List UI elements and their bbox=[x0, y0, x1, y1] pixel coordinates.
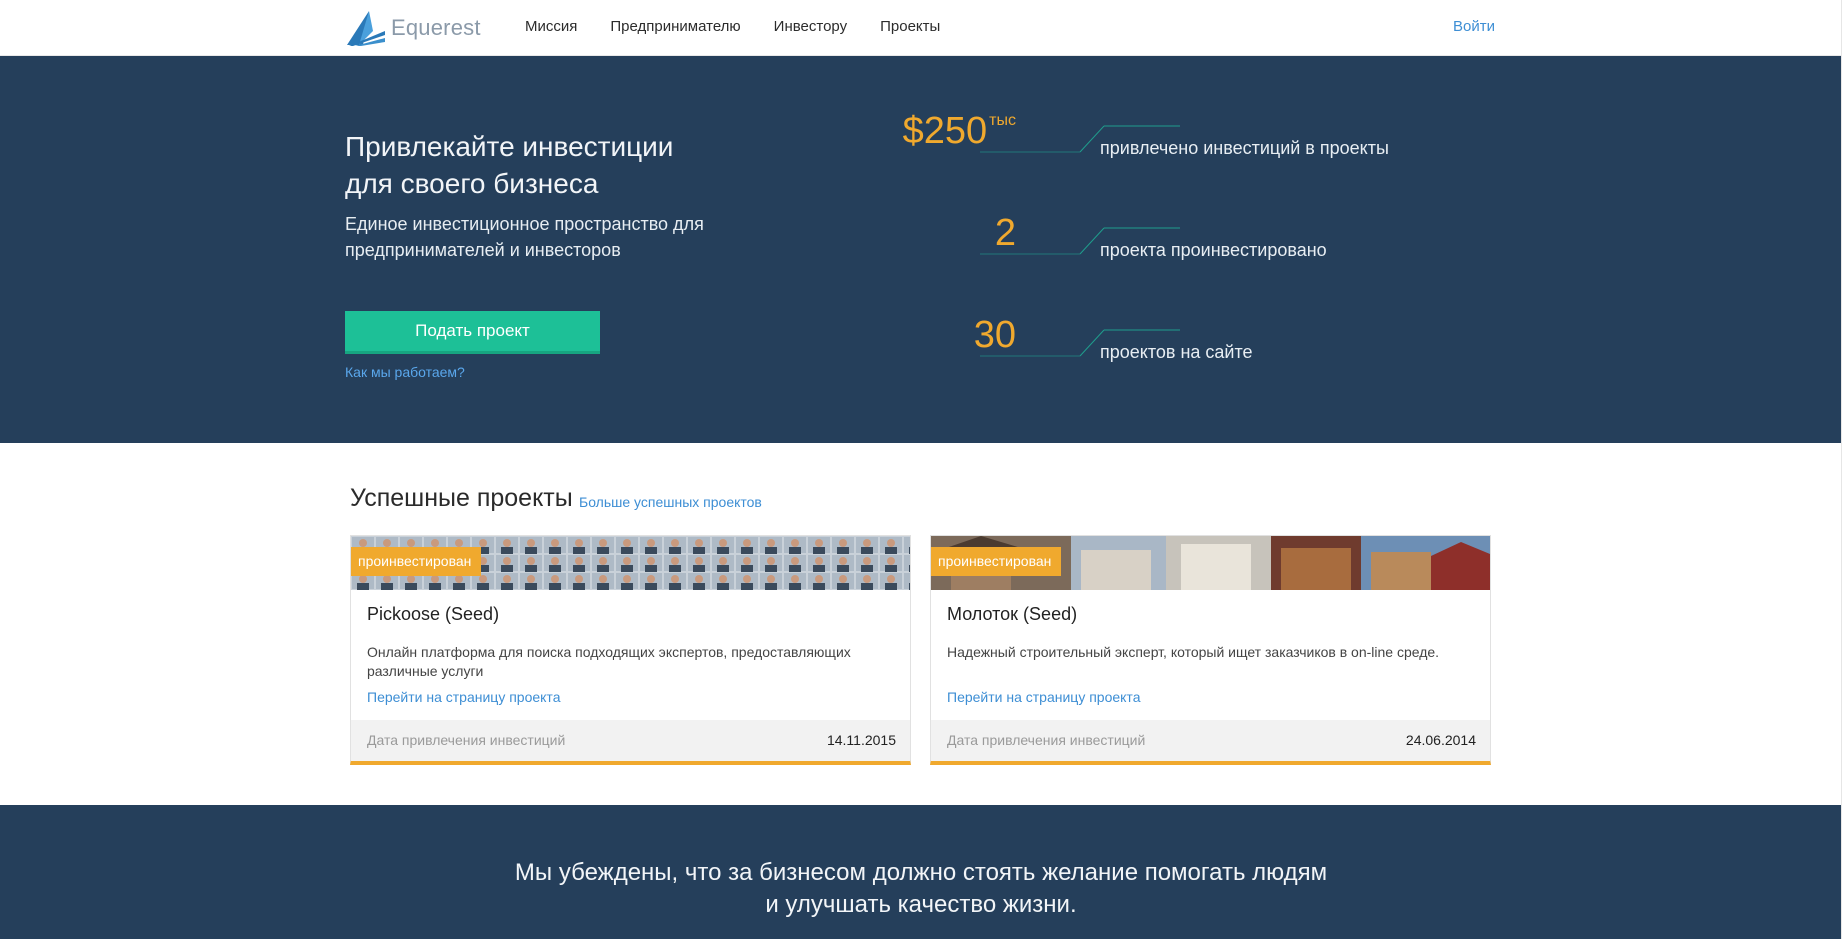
logo-text: Equerest bbox=[391, 15, 481, 40]
stat-label: проектов на сайте bbox=[1100, 342, 1253, 362]
project-card[interactable]: проинвестирован Pickoose (Seed) Онлайн п… bbox=[350, 535, 911, 765]
hero-subtitle: Единое инвестиционное пространство для п… bbox=[345, 211, 745, 263]
investment-date-label: Дата привлечения инвестиций bbox=[367, 732, 566, 748]
mission-line2: и улучшать качество жизни. bbox=[765, 891, 1077, 918]
status-badge: проинвестирован bbox=[931, 547, 1062, 576]
project-page-link[interactable]: Перейти на страницу проекта bbox=[367, 689, 560, 705]
investment-date-label: Дата привлечения инвестиций bbox=[947, 732, 1146, 748]
project-title[interactable]: Pickoose (Seed) bbox=[367, 604, 499, 625]
card-footer: Дата привлечения инвестиций 24.06.2014 bbox=[931, 720, 1490, 761]
stat-label: привлечено инвестиций в проекты bbox=[1100, 138, 1389, 158]
logo[interactable]: Equerest bbox=[345, 8, 481, 48]
project-card[interactable]: проинвестирован Молоток (Seed) Надежный … bbox=[930, 535, 1491, 765]
card-footer: Дата привлечения инвестиций 14.11.2015 bbox=[351, 720, 910, 761]
status-badge: проинвестирован bbox=[351, 547, 482, 576]
more-projects-link[interactable]: Больше успешных проектов bbox=[579, 494, 762, 510]
project-description: Онлайн платформа для поиска подходящих э… bbox=[367, 644, 851, 679]
nav-item-investor[interactable]: Инвестору bbox=[774, 18, 847, 35]
project-title[interactable]: Молоток (Seed) bbox=[947, 604, 1077, 625]
mission-band: Мы убеждены, что за бизнесом должно стоя… bbox=[0, 805, 1842, 939]
logo-mountain-icon bbox=[347, 11, 385, 46]
mission-line1: Мы убеждены, что за бизнесом должно стоя… bbox=[514, 859, 1328, 886]
hero-subtitle-line1: Единое инвестиционное пространство для bbox=[345, 214, 704, 234]
nav-item-entrepreneur[interactable]: Предпринимателю bbox=[610, 18, 740, 35]
hero-title: Привлекайте инвестиции для своего бизнес… bbox=[345, 128, 765, 202]
hero-title-line2: для своего бизнеса bbox=[345, 168, 599, 199]
project-description: Надежный строительный эксперт, который и… bbox=[947, 644, 1440, 660]
how-we-work-link[interactable]: Как мы работаем? bbox=[345, 364, 465, 380]
stat-label: проекта проинвестировано bbox=[1100, 240, 1327, 260]
site-header: Equerest Миссия Предпринимателю Инвестор… bbox=[0, 0, 1842, 56]
hero-section: Привлекайте инвестиции для своего бизнес… bbox=[0, 56, 1842, 443]
stat-invested-projects: 2 проекта проинвестировано bbox=[955, 212, 1515, 272]
nav-item-mission[interactable]: Миссия bbox=[525, 18, 577, 35]
project-image: проинвестирован bbox=[931, 536, 1490, 590]
submit-project-button[interactable]: Подать проект bbox=[345, 311, 600, 354]
main-nav: Миссия Предпринимателю Инвестору Проекты bbox=[525, 18, 940, 35]
stat-projects-on-site: 30 проектов на сайте bbox=[955, 314, 1515, 374]
investment-date: 24.06.2014 bbox=[1405, 732, 1476, 748]
hero-title-line1: Привлекайте инвестиции bbox=[345, 131, 674, 162]
investment-date: 14.11.2015 bbox=[826, 732, 896, 748]
nav-item-projects[interactable]: Проекты bbox=[880, 18, 940, 35]
project-page-link[interactable]: Перейти на страницу проекта bbox=[947, 689, 1140, 705]
login-link[interactable]: Войти bbox=[1453, 18, 1495, 35]
project-image: проинвестирован bbox=[351, 536, 910, 590]
mission-statement: Мы убеждены, что за бизнесом должно стоя… bbox=[0, 857, 1842, 921]
hero-subtitle-line2: предпринимателей и инвесторов bbox=[345, 240, 621, 260]
stat-investments: $250 тыс привлечено инвестиций в проекты bbox=[903, 110, 1515, 170]
page: Equerest Миссия Предпринимателю Инвестор… bbox=[0, 0, 1842, 939]
section-title: Успешные проекты bbox=[350, 484, 573, 512]
